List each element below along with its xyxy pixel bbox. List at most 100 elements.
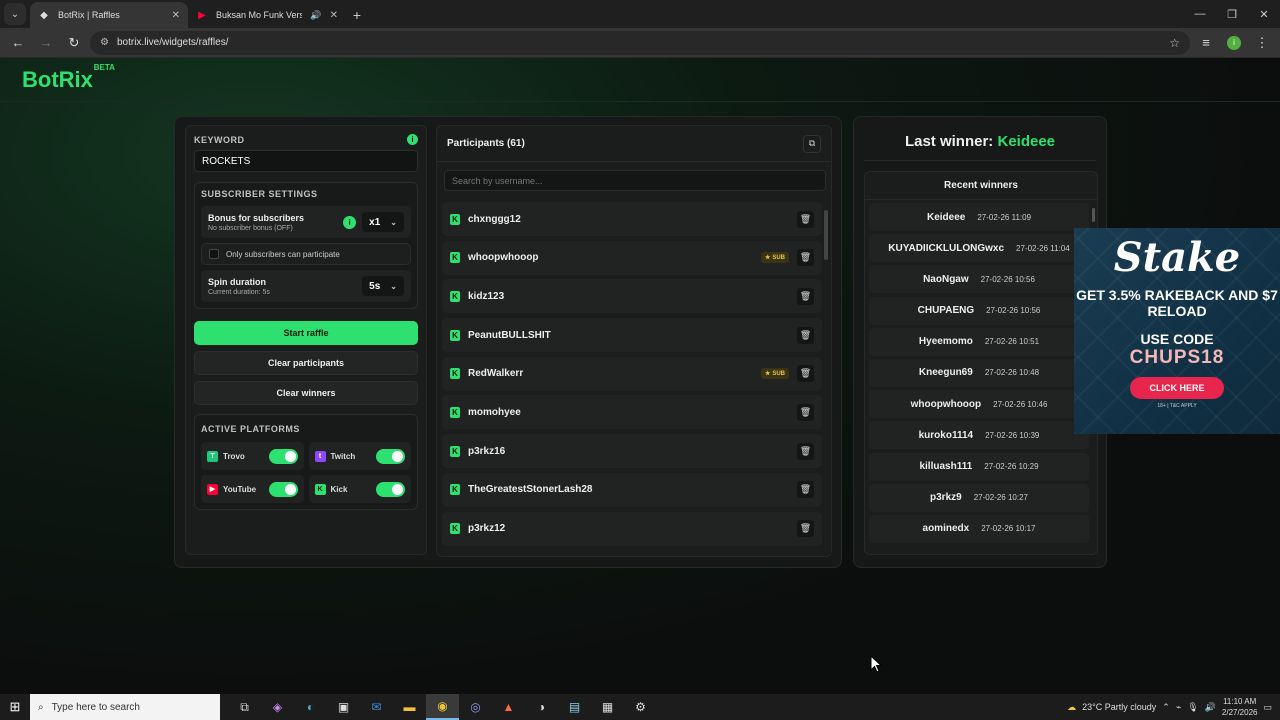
media-control-icon[interactable]: ≡: [1194, 31, 1218, 55]
minimize-button[interactable]: —: [1184, 0, 1216, 28]
info-icon[interactable]: i: [407, 134, 418, 145]
only-subscribers-checkbox[interactable]: [209, 249, 219, 259]
winner-date: 27-02-26 10:51: [984, 337, 1040, 347]
tab-youtube[interactable]: ▶ Buksan Mo Funk Version - \ 🔊 ✕: [188, 2, 346, 28]
store-icon[interactable]: ▣: [327, 694, 360, 720]
participants-panel: Participants (61) ⧉ Kchxnggg12🗑Kwhoopwho…: [436, 125, 832, 557]
last-winner-name: Keideee: [997, 133, 1056, 150]
edge-icon[interactable]: ◐: [294, 694, 327, 720]
participants-scrollbar[interactable]: [824, 210, 828, 260]
chrome-icon[interactable]: ◉: [426, 694, 459, 720]
twitch-toggle[interactable]: [376, 448, 405, 464]
task-view-icon[interactable]: ⧉: [228, 694, 261, 720]
delete-participant-icon[interactable]: 🗑: [797, 326, 814, 344]
spin-duration-select[interactable]: 5s ⌄: [362, 276, 404, 296]
back-button[interactable]: ←: [6, 31, 30, 55]
delete-participant-icon[interactable]: 🗑: [797, 442, 814, 460]
winner-row: Keideee 27-02-26 11:09: [869, 203, 1089, 231]
close-window-button[interactable]: ✕: [1248, 0, 1280, 28]
platform-twitch: t Twitch: [308, 442, 411, 470]
volume-icon[interactable]: 🔊: [1205, 702, 1216, 713]
reload-button[interactable]: ↻: [62, 31, 86, 55]
close-tab-icon[interactable]: ✕: [330, 10, 338, 21]
file-explorer-icon[interactable]: ▬: [393, 694, 426, 720]
start-raffle-button[interactable]: Start raffle: [194, 321, 418, 345]
taskbar-search[interactable]: ⌕ Type here to search: [30, 694, 220, 720]
windows-start-icon[interactable]: ⊞: [0, 694, 30, 720]
star-icon: ★: [764, 255, 771, 262]
bonus-multiplier-select[interactable]: x1 ⌄: [362, 212, 404, 232]
clear-participants-button[interactable]: Clear participants: [194, 351, 418, 375]
stake-ad[interactable]: Stake GET 3.5% RAKEBACK AND $7 RELOAD US…: [1074, 228, 1280, 434]
window-controls: — ❐ ✕: [1184, 0, 1280, 28]
delete-participant-icon[interactable]: 🗑: [797, 210, 814, 228]
menu-icon[interactable]: ⋮: [1250, 31, 1274, 55]
winner-name: kuroko1114: [918, 429, 974, 441]
ad-code: CHUPS18: [1129, 347, 1225, 368]
participant-row: Kmomohyee 🗑: [442, 395, 822, 430]
audio-playing-icon[interactable]: 🔊: [310, 10, 321, 21]
winners-scrollbar[interactable]: [1092, 208, 1095, 222]
info-icon[interactable]: i: [343, 215, 357, 229]
trovo-toggle[interactable]: [268, 448, 298, 464]
restore-button[interactable]: ❐: [1216, 0, 1248, 28]
keyword-input[interactable]: [194, 150, 418, 172]
site-info-icon[interactable]: ⚙: [100, 37, 109, 48]
app-icon[interactable]: ◑: [525, 694, 558, 720]
youtube-favicon-icon: ▶: [198, 9, 206, 21]
new-tab-button[interactable]: +: [346, 4, 368, 26]
profile-button[interactable]: i: [1222, 31, 1246, 55]
ad-cta-button[interactable]: CLICK HERE: [1130, 377, 1224, 399]
bookmark-star-icon[interactable]: ☆: [1169, 36, 1180, 50]
discord-icon[interactable]: ◎: [459, 694, 492, 720]
microphone-icon[interactable]: 🎙: [1187, 702, 1198, 713]
kick-icon: K: [450, 406, 460, 418]
notepad-icon[interactable]: ▤: [558, 694, 591, 720]
network-icon[interactable]: ⌁: [1176, 702, 1181, 713]
omnibox[interactable]: ⚙ botrix.live/widgets/raffles/ ☆: [90, 30, 1190, 55]
only-subscribers-checkbox-row[interactable]: Only subscribers can participate: [201, 243, 411, 265]
participant-name: p3rkz16: [468, 445, 506, 457]
twitch-icon: t: [314, 450, 326, 462]
weather-text[interactable]: 23°C Partly cloudy: [1082, 702, 1156, 712]
delete-participant-icon[interactable]: 🗑: [797, 287, 814, 305]
forward-button[interactable]: →: [34, 31, 58, 55]
copy-icon[interactable]: ⧉: [803, 134, 821, 153]
notification-icon[interactable]: ▭: [1263, 702, 1272, 713]
delete-participant-icon[interactable]: 🗑: [797, 481, 814, 499]
obs-icon[interactable]: ▲: [492, 694, 525, 720]
ad-headline: GET 3.5% RAKEBACK AND $7 RELOAD: [1076, 287, 1278, 319]
url-text[interactable]: botrix.live/widgets/raffles/: [117, 37, 1161, 48]
calculator-icon[interactable]: ▦: [591, 694, 624, 720]
participant-search-input[interactable]: [444, 170, 826, 191]
address-bar: ← → ↻ ⚙ botrix.live/widgets/raffles/ ☆ ≡…: [0, 28, 1280, 58]
tab-search-button[interactable]: ⌄: [4, 3, 26, 25]
settings-icon[interactable]: ⚙: [624, 694, 657, 720]
delete-participant-icon[interactable]: 🗑: [797, 365, 814, 383]
botrix-logo[interactable]: BotRix BETA: [22, 63, 115, 93]
sub-badge: ★ SUB: [760, 368, 789, 380]
winner-row: kuroko1114 27-02-26 10:39: [869, 421, 1089, 450]
clear-winners-button[interactable]: Clear winners: [194, 381, 418, 405]
stake-logo: Stake: [1113, 234, 1241, 281]
delete-participant-icon[interactable]: 🗑: [797, 249, 814, 267]
youtube-toggle[interactable]: [268, 481, 298, 497]
participant-row: Kp3rkz12 🗑: [442, 511, 822, 546]
delete-participant-icon[interactable]: 🗑: [797, 520, 814, 537]
tab-botrix[interactable]: ◆ BotRix | Raffles ✕: [30, 2, 188, 28]
kick-toggle[interactable]: [376, 481, 405, 497]
participant-name: PeanutBULLSHIT: [468, 329, 551, 341]
winner-date: 27-02-26 10:29: [984, 462, 1039, 471]
delete-participant-icon[interactable]: 🗑: [797, 403, 814, 421]
outlook-icon[interactable]: ✉: [360, 694, 393, 720]
clock[interactable]: 11:10 AM 2/27/2026: [1222, 696, 1258, 718]
chevron-up-icon[interactable]: ⌃: [1162, 702, 1170, 713]
copilot-icon[interactable]: ◈: [261, 694, 294, 720]
close-tab-icon[interactable]: ✕: [172, 10, 180, 21]
spin-duration-row: Spin duration Current duration: 5s 5s ⌄: [201, 270, 411, 302]
winner-name: CHUPAENG: [917, 305, 975, 317]
winner-row: Kneegun69 27-02-26 10:48: [869, 358, 1089, 387]
weather-icon[interactable]: ☁: [1067, 702, 1076, 713]
participant-name: chxnggg12: [468, 213, 521, 225]
winner-name: p3rkz9: [930, 492, 962, 504]
